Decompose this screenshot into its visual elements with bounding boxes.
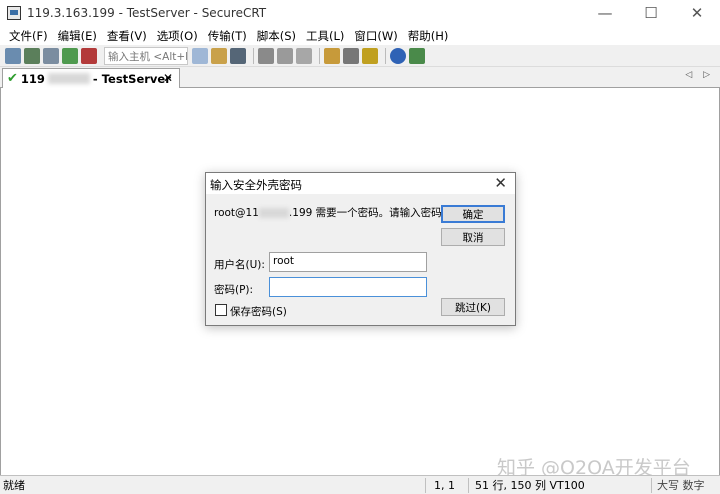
prompt-prefix: root@11: [214, 207, 259, 219]
key-icon[interactable]: [362, 47, 378, 64]
username-field[interactable]: root: [269, 252, 427, 272]
password-field[interactable]: [269, 277, 427, 297]
status-bar: 就绪 1, 1 51 行, 150 列 VT100 大写 数字: [0, 475, 720, 494]
maximize-button[interactable]: ☐: [628, 0, 674, 26]
skip-button[interactable]: 跳过(K): [441, 298, 505, 316]
toolbar: 输入主机 <Alt+R>: [0, 45, 720, 67]
quick-connect-input[interactable]: 输入主机 <Alt+R>: [104, 46, 188, 65]
ok-button[interactable]: 确定: [441, 205, 505, 223]
print-setup-icon[interactable]: [296, 47, 312, 64]
menu-tools[interactable]: 工具(L): [301, 28, 349, 44]
dialog-title: 输入安全外壳密码: [210, 178, 302, 192]
menu-transfer[interactable]: 传输(T): [203, 28, 252, 44]
password-prompt: root@11 .199 需要一个密码。请输入密码。: [214, 205, 452, 220]
session-tab[interactable]: ✔ 119 - TestServer ✕: [2, 68, 180, 88]
app-icon: [7, 6, 21, 20]
menu-bar: 文件(F) 编辑(E) 查看(V) 选项(O) 传输(T) 脚本(S) 工具(L…: [0, 26, 720, 45]
keymap-icon[interactable]: [409, 47, 425, 64]
connect-tab-icon[interactable]: [43, 47, 59, 64]
redacted-ip: [47, 73, 90, 84]
terminal-size: 51 行, 150 列 VT100: [475, 479, 585, 492]
tab-close-icon[interactable]: ✕: [163, 71, 173, 85]
username-label: 用户名(U):: [214, 259, 265, 271]
global-options-icon[interactable]: [343, 47, 359, 64]
status-ready: 就绪: [3, 479, 25, 492]
paste-icon[interactable]: [211, 47, 227, 64]
toolbar-separator: [253, 47, 254, 64]
title-bar: 119.3.163.199 - TestServer - SecureCRT —…: [0, 0, 720, 26]
menu-options[interactable]: 选项(O): [152, 28, 203, 44]
menu-file[interactable]: 文件(F): [4, 28, 53, 44]
redacted-ip: [258, 208, 289, 218]
reconnect-icon[interactable]: [62, 47, 78, 64]
menu-window[interactable]: 窗口(W): [349, 28, 402, 44]
cursor-position: 1, 1: [434, 478, 455, 492]
cancel-button[interactable]: 取消: [441, 228, 505, 246]
print-selection-icon[interactable]: [277, 47, 293, 64]
menu-view[interactable]: 查看(V): [102, 28, 152, 44]
save-password-checkbox[interactable]: [215, 304, 227, 316]
dialog-title-bar: 输入安全外壳密码 ✕: [206, 173, 515, 194]
find-icon[interactable]: [230, 47, 246, 64]
menu-help[interactable]: 帮助(H): [403, 28, 454, 44]
close-window-button[interactable]: ✕: [674, 0, 720, 26]
connected-check-icon: ✔: [7, 71, 18, 86]
copy-icon[interactable]: [192, 47, 208, 64]
status-divider: [651, 478, 652, 493]
disconnect-icon[interactable]: [81, 47, 97, 64]
password-dialog: 输入安全外壳密码 ✕ root@11 .199 需要一个密码。请输入密码。 用户名…: [205, 172, 516, 326]
save-password-label[interactable]: 保存密码(S): [230, 304, 287, 319]
keyboard-state: 大写 数字: [657, 479, 705, 492]
dialog-close-icon[interactable]: ✕: [494, 174, 507, 192]
password-label: 密码(P):: [214, 284, 254, 296]
window-title: 119.3.163.199 - TestServer - SecureCRT: [27, 6, 267, 20]
session-options-icon[interactable]: [324, 47, 340, 64]
status-divider: [468, 478, 469, 493]
toolbar-separator: [319, 47, 320, 64]
tab-bar: ✔ 119 - TestServer ✕ ◁ ▷: [0, 67, 720, 88]
minimize-button[interactable]: —: [582, 0, 628, 26]
quick-connect-icon[interactable]: [24, 47, 40, 64]
window-controls: — ☐ ✕: [582, 0, 720, 26]
tab-scroll-arrows-icon[interactable]: ◁ ▷: [685, 70, 714, 80]
menu-script[interactable]: 脚本(S): [252, 28, 301, 44]
prompt-suffix: .199 需要一个密码。请输入密码。: [288, 207, 453, 219]
status-divider: [425, 478, 426, 493]
tab-label-suffix: - TestServer: [92, 71, 171, 86]
help-icon[interactable]: [390, 47, 406, 64]
tab-label-prefix: 119: [20, 71, 45, 86]
toolbar-separator: [385, 47, 386, 64]
print-icon[interactable]: [258, 47, 274, 64]
menu-edit[interactable]: 编辑(E): [53, 28, 102, 44]
connect-icon[interactable]: [5, 47, 21, 64]
